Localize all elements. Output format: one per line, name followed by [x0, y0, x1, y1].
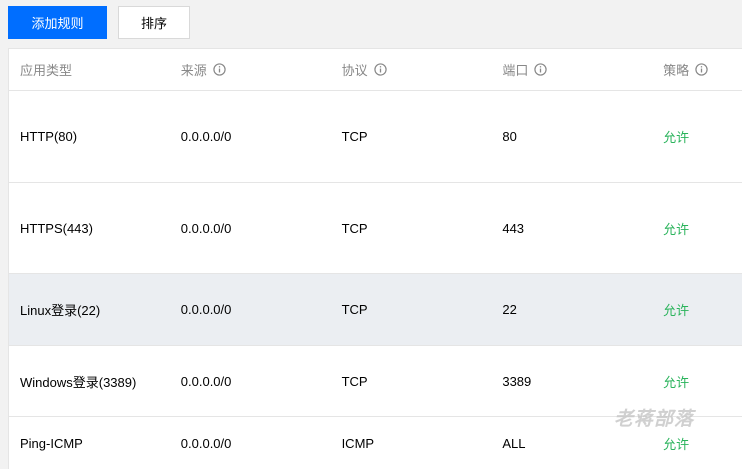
cell-protocol: ICMP: [341, 436, 375, 451]
table-row: Ping-ICMP 0.0.0.0/0 ICMP ALL 允许: [9, 417, 742, 469]
header-source: 来源: [170, 60, 331, 79]
header-label: 端口: [502, 63, 529, 78]
cell-app-type: Ping-ICMP: [20, 436, 83, 451]
table-row: HTTP(80) 0.0.0.0/0 TCP 80 允许: [9, 91, 742, 183]
cell-protocol: TCP: [341, 220, 368, 236]
info-icon[interactable]: [373, 63, 387, 76]
cell-port: 443: [502, 220, 525, 236]
cell-port: 80: [502, 129, 517, 144]
cell-app-type: Windows登录(3389): [20, 374, 137, 390]
info-icon[interactable]: [534, 63, 548, 76]
header-label: 应用类型: [20, 63, 73, 78]
table-row: HTTPS(443) 0.0.0.0/0 TCP 443 允许: [9, 183, 742, 274]
cell-source: 0.0.0.0/0: [180, 373, 232, 389]
cell-source: 0.0.0.0/0: [180, 436, 232, 451]
table-row: Linux登录(22) 0.0.0.0/0 TCP 22 允许: [9, 274, 742, 346]
cell-app-type: HTTP(80): [20, 129, 78, 144]
cell-policy: 允许: [663, 221, 690, 237]
header-label: 来源: [180, 63, 207, 78]
cell-protocol: TCP: [341, 373, 368, 389]
header-app-type: 应用类型: [9, 60, 170, 79]
cell-port: 3389: [502, 373, 532, 389]
cell-policy: 允许: [663, 374, 690, 390]
cell-protocol: TCP: [341, 302, 368, 317]
cell-app-type: Linux登录(22): [20, 303, 101, 318]
cell-policy: 允许: [663, 437, 690, 452]
info-icon[interactable]: [213, 63, 226, 76]
cell-policy: 允许: [663, 303, 690, 318]
cell-protocol: TCP: [341, 129, 368, 144]
header-label: 策略: [663, 63, 690, 78]
sort-button[interactable]: 排序: [118, 6, 190, 39]
cell-policy: 允许: [663, 130, 690, 145]
add-rule-button[interactable]: 添加规则: [8, 6, 107, 39]
cell-source: 0.0.0.0/0: [180, 220, 232, 236]
toolbar: 添加规则 排序: [8, 6, 190, 39]
rules-table: 应用类型 来源 协议 端口 策略 HTTP(80) 0.0.0.0/0 TCP …: [8, 48, 742, 469]
table-row: Windows登录(3389) 0.0.0.0/0 TCP 3389 允许: [9, 346, 742, 417]
header-protocol: 协议: [331, 60, 492, 79]
cell-source: 0.0.0.0/0: [180, 129, 232, 144]
cell-port: 22: [502, 302, 517, 317]
table-header: 应用类型 来源 协议 端口 策略: [9, 49, 742, 91]
cell-port: ALL: [502, 436, 526, 451]
cell-app-type: HTTPS(443): [20, 220, 93, 236]
info-icon[interactable]: [695, 63, 708, 76]
header-policy: 策略: [652, 60, 742, 79]
header-port: 端口: [491, 60, 652, 79]
header-label: 协议: [341, 63, 368, 78]
cell-source: 0.0.0.0/0: [180, 302, 232, 317]
